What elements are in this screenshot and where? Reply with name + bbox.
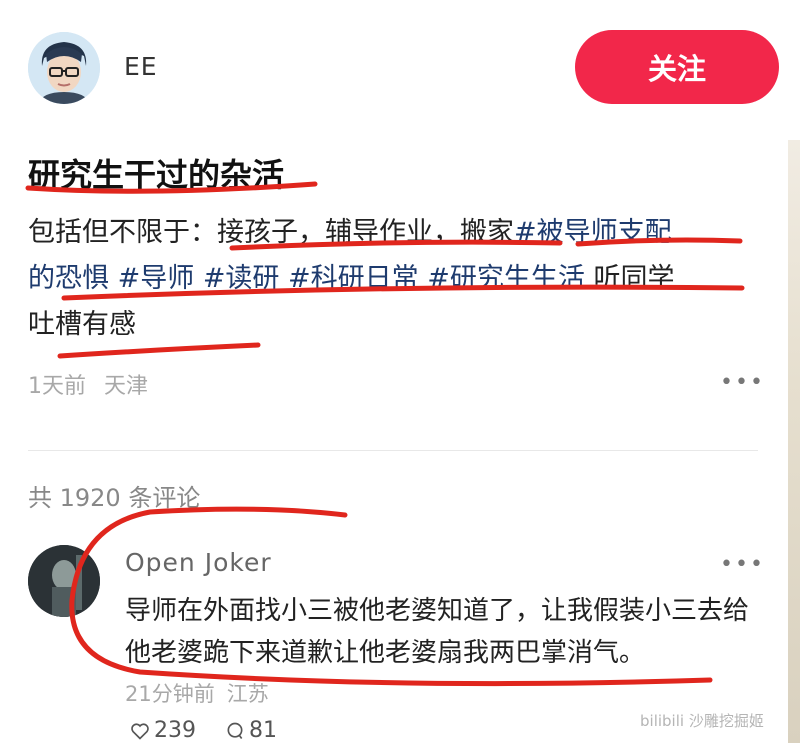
post-location: 天津 <box>104 374 149 399</box>
commenter-avatar[interactable] <box>28 545 100 617</box>
commenter-name[interactable]: Open Joker <box>125 548 272 577</box>
post-body-line-1: 包括但不限于：接孩子，辅导作业，搬家#被导师支配 <box>28 210 748 256</box>
post-time: 1天前 <box>28 374 86 399</box>
comment-count: 共 1920 条评论 <box>28 484 201 512</box>
body-suffix: 听同学 <box>593 263 675 294</box>
comment-time: 21分钟前 <box>125 682 215 706</box>
author-name[interactable]: EE <box>124 52 158 81</box>
body-chores: 接孩子，辅导作业，搬家 <box>217 217 514 248</box>
comment-actions: 239 81 <box>130 718 299 747</box>
like-button[interactable]: 239 <box>130 718 196 743</box>
post-meta: 1天前 天津 <box>28 368 166 400</box>
post-body-line-3: 吐槽有感 <box>28 309 136 340</box>
author-avatar[interactable] <box>28 32 100 104</box>
post-title: 研究生干过的杂活 <box>28 156 285 194</box>
body-prefix: 包括但不限于： <box>28 217 217 248</box>
reply-button[interactable]: 81 <box>225 718 277 743</box>
comment-bubble-icon <box>227 722 243 739</box>
like-count: 239 <box>154 718 196 743</box>
reply-count: 81 <box>249 718 277 743</box>
comment-location: 江苏 <box>226 682 269 706</box>
hashtag-link[interactable]: #科研日常 <box>288 263 419 294</box>
more-dots-icon[interactable]: ••• <box>720 370 765 395</box>
hashtag-link[interactable]: #读研 <box>203 263 280 294</box>
watermark: bilibili 沙雕挖掘姬 <box>640 712 764 730</box>
post-body-line-2: 的恐惧 #导师 #读研 #科研日常 #研究生生活 听同学 <box>28 256 748 302</box>
section-divider <box>28 450 758 451</box>
heart-icon <box>131 722 149 740</box>
hashtag-link[interactable]: #导师 <box>118 263 195 294</box>
follow-button[interactable]: 关注 <box>575 30 779 104</box>
post-body: 包括但不限于：接孩子，辅导作业，搬家#被导师支配 的恐惧 #导师 #读研 #科研… <box>28 210 748 348</box>
post-header: EE 关注 <box>28 30 779 106</box>
hashtag-link[interactable]: #被导师支配 <box>514 217 672 248</box>
photo-edge-strip <box>788 140 800 743</box>
comment-text: 导师在外面找小三被他老婆知道了，让我假装小三去给他老婆跪下来道歉让他老婆扇我两巴… <box>125 596 750 668</box>
hashtag-link[interactable]: #研究生生活 <box>427 263 585 294</box>
comment-meta: 21分钟前 江苏 <box>125 678 281 708</box>
more-dots-icon[interactable]: ••• <box>720 552 765 577</box>
hashtag-link-tail[interactable]: 的恐惧 <box>28 263 109 294</box>
